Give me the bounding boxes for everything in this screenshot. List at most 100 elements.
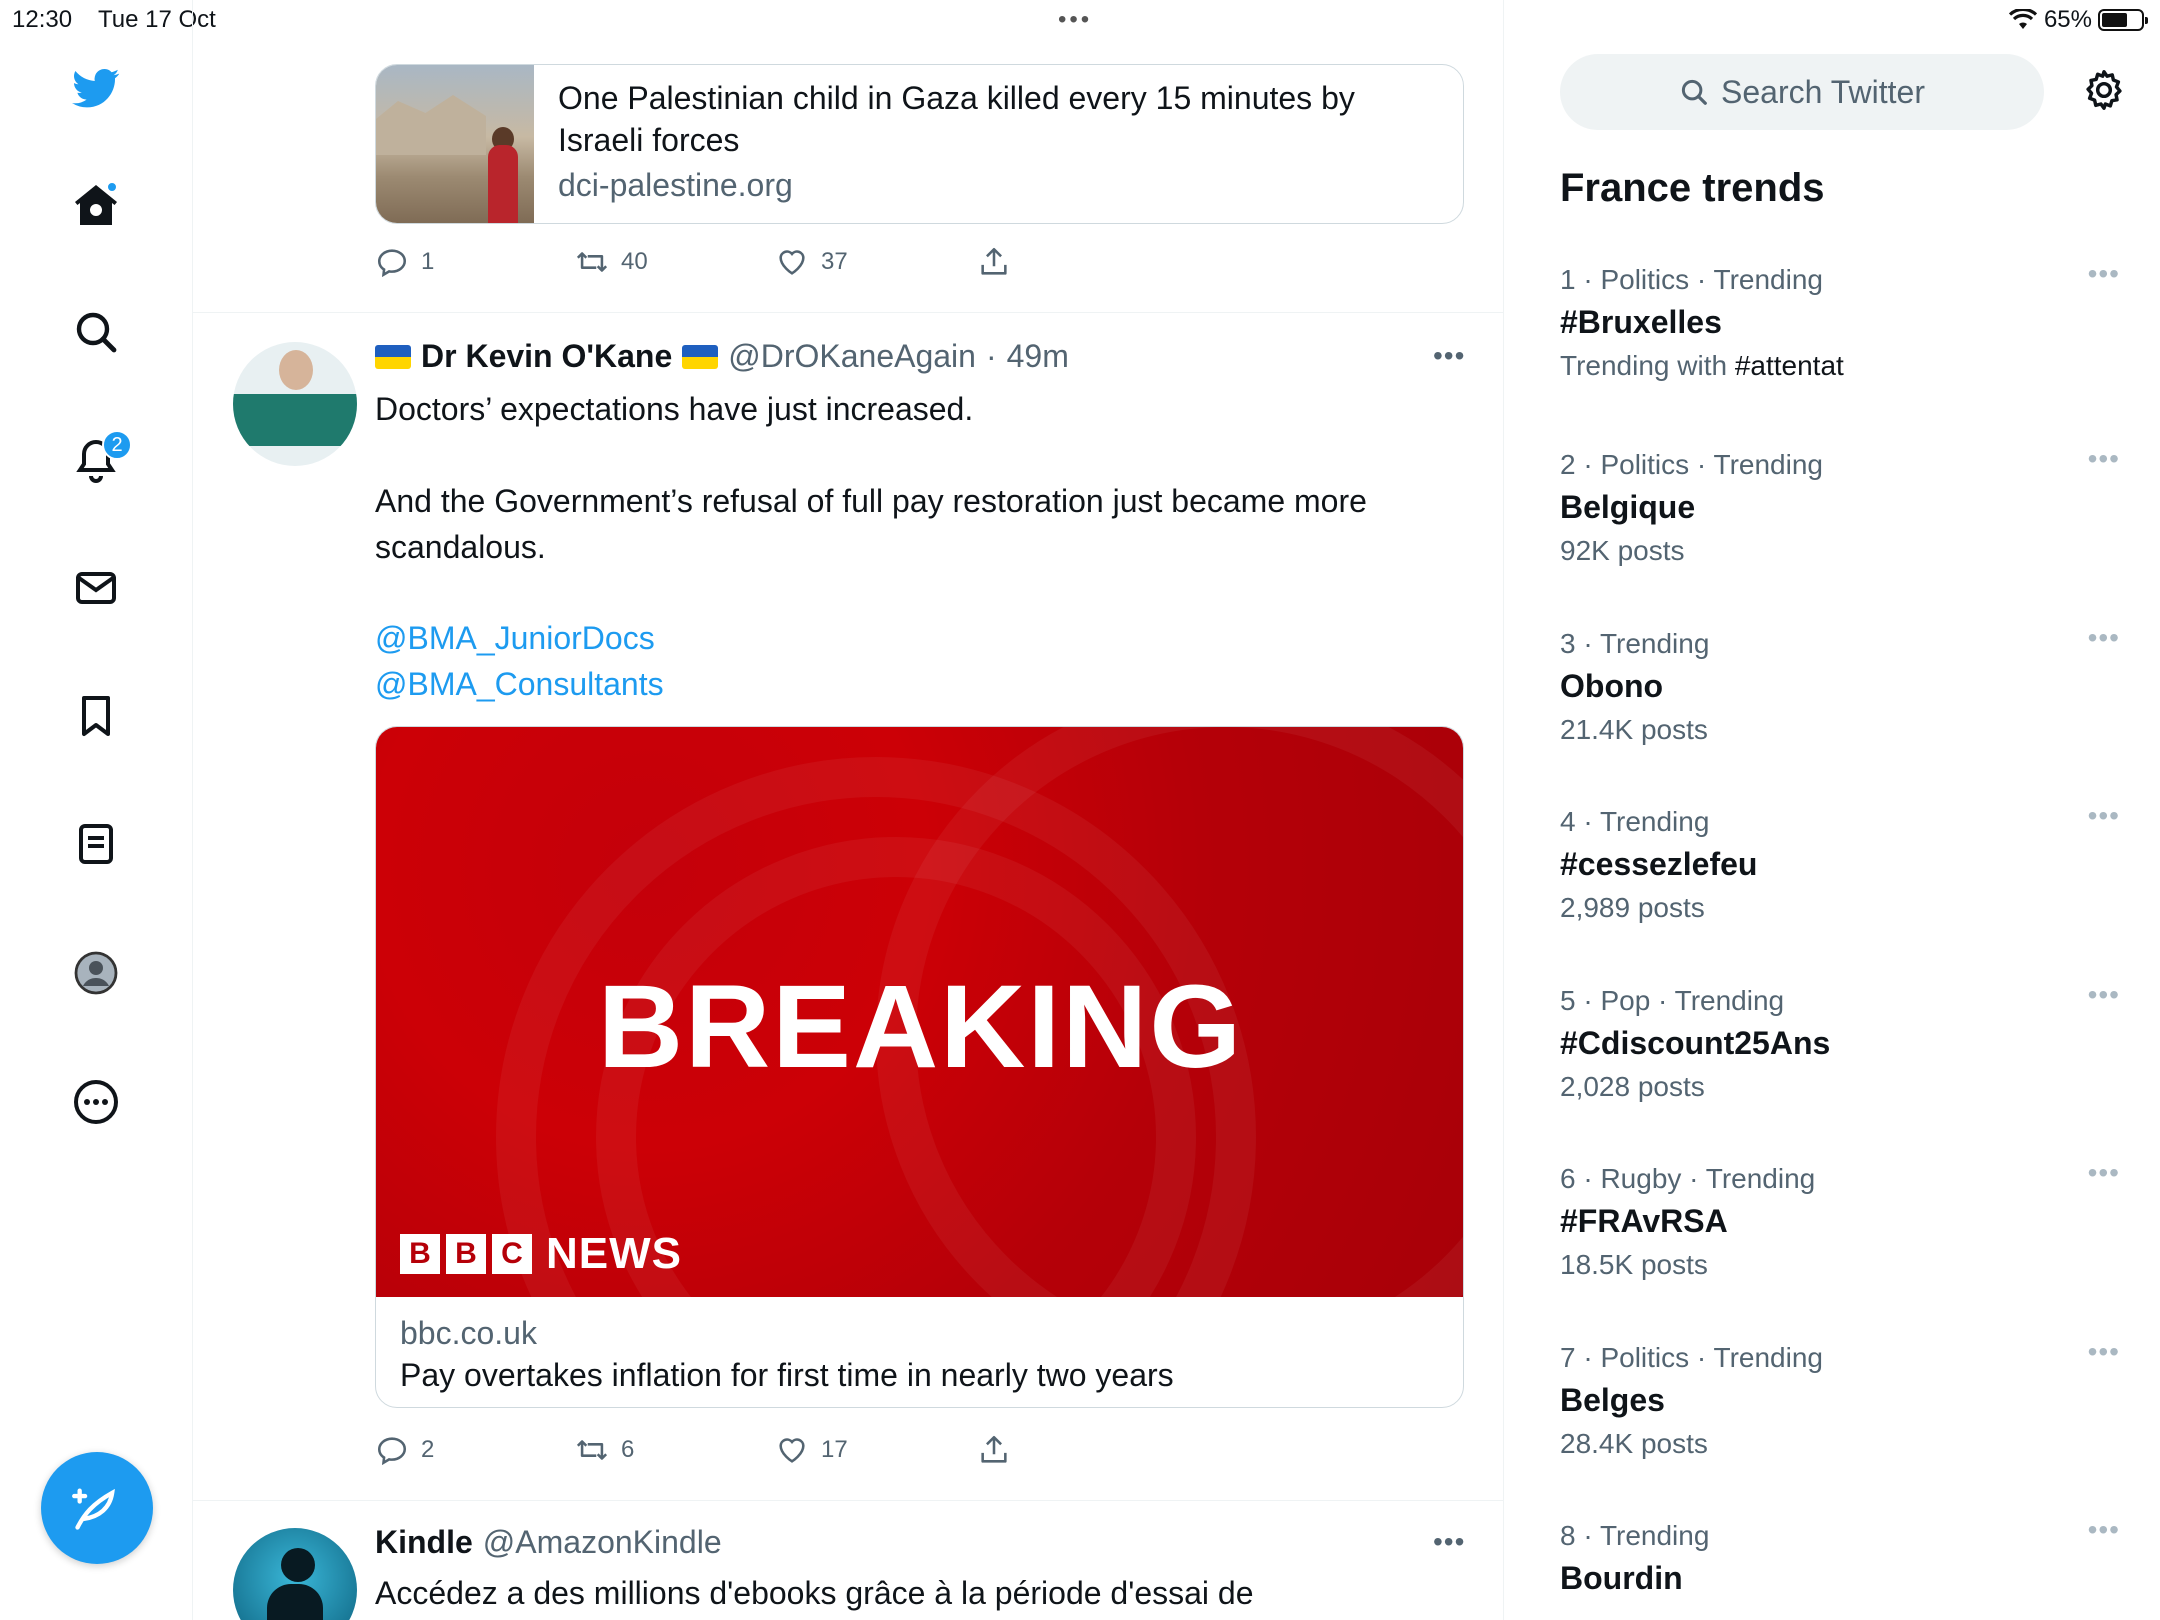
trend-item[interactable]: 3 · Trending Obono 21.4K posts •••	[1560, 622, 2120, 750]
trend-item[interactable]: 1 · Politics · Trending #Bruxelles Trend…	[1560, 258, 2120, 386]
right-sidebar: Search Twitter France trends 1 · Politic…	[1504, 0, 2160, 1620]
profile-avatar-icon[interactable]	[66, 943, 126, 1003]
trend-meta: 2 · Politics · Trending	[1560, 449, 1823, 480]
trend-item[interactable]: 2 · Politics · Trending Belgique 92K pos…	[1560, 443, 2120, 571]
trend-meta: 7 · Politics · Trending	[1560, 1342, 1823, 1373]
lists-icon[interactable]	[66, 814, 126, 874]
trend-name: Bourdin	[1560, 1560, 1683, 1596]
trend-name: Obono	[1560, 668, 1664, 704]
trend-context: Trending with #attentat	[1560, 346, 2120, 386]
trend-item[interactable]: 8 · Trending Bourdin •••	[1560, 1514, 2120, 1602]
ukraine-flag-icon	[375, 344, 411, 369]
link-preview-thumbnail	[376, 65, 534, 223]
mention-link[interactable]: @BMA_Consultants	[375, 666, 664, 703]
home-icon[interactable]	[66, 175, 126, 235]
avatar-silhouette-body	[267, 1584, 323, 1620]
link-media-card[interactable]: BREAKING B B C NEWS bbc.co.uk Pay overta…	[375, 726, 1464, 1408]
compose-feather-icon	[72, 1488, 115, 1530]
retweet-count: 40	[621, 248, 648, 275]
trends-title: France trends	[1560, 166, 1825, 210]
search-nav-icon[interactable]	[66, 302, 126, 362]
compose-tweet-button[interactable]	[41, 1452, 153, 1564]
trend-item[interactable]: 6 · Rugby · Trending #FRAvRSA 18.5K post…	[1560, 1157, 2120, 1285]
retweet-icon	[576, 252, 608, 272]
breaking-news-image: BREAKING B B C NEWS	[376, 727, 1463, 1297]
bookmark-icon[interactable]	[66, 686, 126, 746]
trend-more-options-icon[interactable]: •••	[2088, 800, 2120, 832]
trend-meta: 8 · Trending	[1560, 1520, 1710, 1551]
settings-gear-icon[interactable]	[2076, 62, 2132, 118]
trend-meta: 3 · Trending	[1560, 628, 1710, 659]
trend-context-prefix: Trending with	[1560, 350, 1735, 381]
retweet-count: 6	[621, 1436, 635, 1463]
display-name[interactable]: Kindle	[375, 1524, 473, 1561]
more-options-icon[interactable]	[66, 1072, 126, 1132]
heart-icon	[779, 1438, 805, 1463]
like-count: 37	[821, 248, 848, 275]
share-button[interactable]	[977, 245, 1011, 279]
reply-icon	[377, 1437, 407, 1466]
mention-link[interactable]: @BMA_JuniorDocs	[375, 620, 655, 657]
trend-posts: 2,989 posts	[1560, 892, 1705, 923]
heart-icon	[779, 250, 805, 275]
trend-item[interactable]: 4 · Trending #cessezlefeu 2,989 posts ••…	[1560, 800, 2120, 928]
thumbnail-child	[488, 145, 518, 223]
retweet-button[interactable]: 40	[575, 245, 648, 279]
tweet-time[interactable]: 49m	[1007, 338, 1069, 375]
trend-posts: 2,028 posts	[1560, 1071, 1705, 1102]
reply-button[interactable]: 2	[375, 1433, 434, 1467]
thumbnail-rubble	[376, 95, 486, 155]
tweet-more-options-icon[interactable]: •••	[1433, 1526, 1465, 1558]
left-nav: 2	[0, 0, 193, 1620]
retweet-button[interactable]: 6	[575, 1433, 634, 1467]
trend-item[interactable]: 7 · Politics · Trending Belges 28.4K pos…	[1560, 1336, 2120, 1464]
reply-button[interactable]: 1	[375, 245, 434, 279]
notifications-badge: 2	[102, 430, 132, 460]
trend-name: #Bruxelles	[1560, 304, 1722, 340]
twitter-logo-icon[interactable]	[66, 58, 126, 118]
trend-posts: 21.4K posts	[1560, 714, 1708, 745]
reply-count: 2	[421, 1436, 435, 1463]
messages-mail-icon[interactable]	[66, 558, 126, 618]
search-placeholder: Search Twitter	[1721, 73, 1925, 110]
media-card-title: Pay overtakes inflation for first time i…	[400, 1357, 1174, 1393]
avatar[interactable]	[233, 342, 357, 466]
like-button[interactable]: 37	[775, 245, 848, 279]
like-button[interactable]: 17	[775, 1433, 848, 1467]
trend-more-options-icon[interactable]: •••	[2088, 258, 2120, 290]
trend-posts: 92K posts	[1560, 535, 1685, 566]
trend-more-options-icon[interactable]: •••	[2088, 1336, 2120, 1368]
link-preview-card[interactable]: One Palestinian child in Gaza killed eve…	[375, 64, 1464, 224]
trend-posts: 18.5K posts	[1560, 1249, 1708, 1280]
trend-more-options-icon[interactable]: •••	[2088, 1157, 2120, 1189]
avatar-sign	[233, 394, 357, 446]
trend-posts: 28.4K posts	[1560, 1428, 1708, 1459]
user-handle[interactable]: @AmazonKindle	[483, 1524, 722, 1561]
tweet-more-options-icon[interactable]: •••	[1433, 340, 1465, 372]
share-button[interactable]	[977, 1433, 1011, 1467]
trend-more-options-icon[interactable]: •••	[2088, 622, 2120, 654]
user-handle[interactable]: @DrOKaneAgain	[728, 338, 976, 375]
reply-count: 1	[421, 248, 435, 275]
retweet-icon	[576, 1440, 608, 1460]
trend-name: Belgique	[1560, 489, 1696, 525]
tweet-text: And the Government’s refusal of full pay…	[375, 483, 1367, 565]
link-preview-domain: dci-palestine.org	[558, 167, 793, 203]
bbc-news-logo: B B C NEWS	[400, 1229, 682, 1279]
trend-more-options-icon[interactable]: •••	[2088, 1514, 2120, 1546]
display-name[interactable]: Dr Kevin O'Kane	[421, 338, 672, 375]
trend-meta: 5 · Pop · Trending	[1560, 985, 1785, 1016]
trend-more-options-icon[interactable]: •••	[2088, 979, 2120, 1011]
timeline: One Palestinian child in Gaza killed eve…	[193, 0, 1504, 1620]
trend-item[interactable]: 5 · Pop · Trending #Cdiscount25Ans 2,028…	[1560, 979, 2120, 1107]
trend-more-options-icon[interactable]: •••	[2088, 443, 2120, 475]
trend-context-hashtag[interactable]: #attentat	[1735, 350, 1844, 381]
notifications-bell-icon[interactable]: 2	[66, 430, 132, 490]
home-new-indicator	[106, 181, 118, 193]
avatar[interactable]	[233, 1528, 357, 1620]
trend-meta: 4 · Trending	[1560, 806, 1710, 837]
tweet-divider	[193, 312, 1503, 313]
trend-name: Belges	[1560, 1382, 1665, 1418]
tweet-header: Kindle @AmazonKindle	[375, 1524, 722, 1561]
search-input[interactable]: Search Twitter	[1560, 54, 2044, 130]
